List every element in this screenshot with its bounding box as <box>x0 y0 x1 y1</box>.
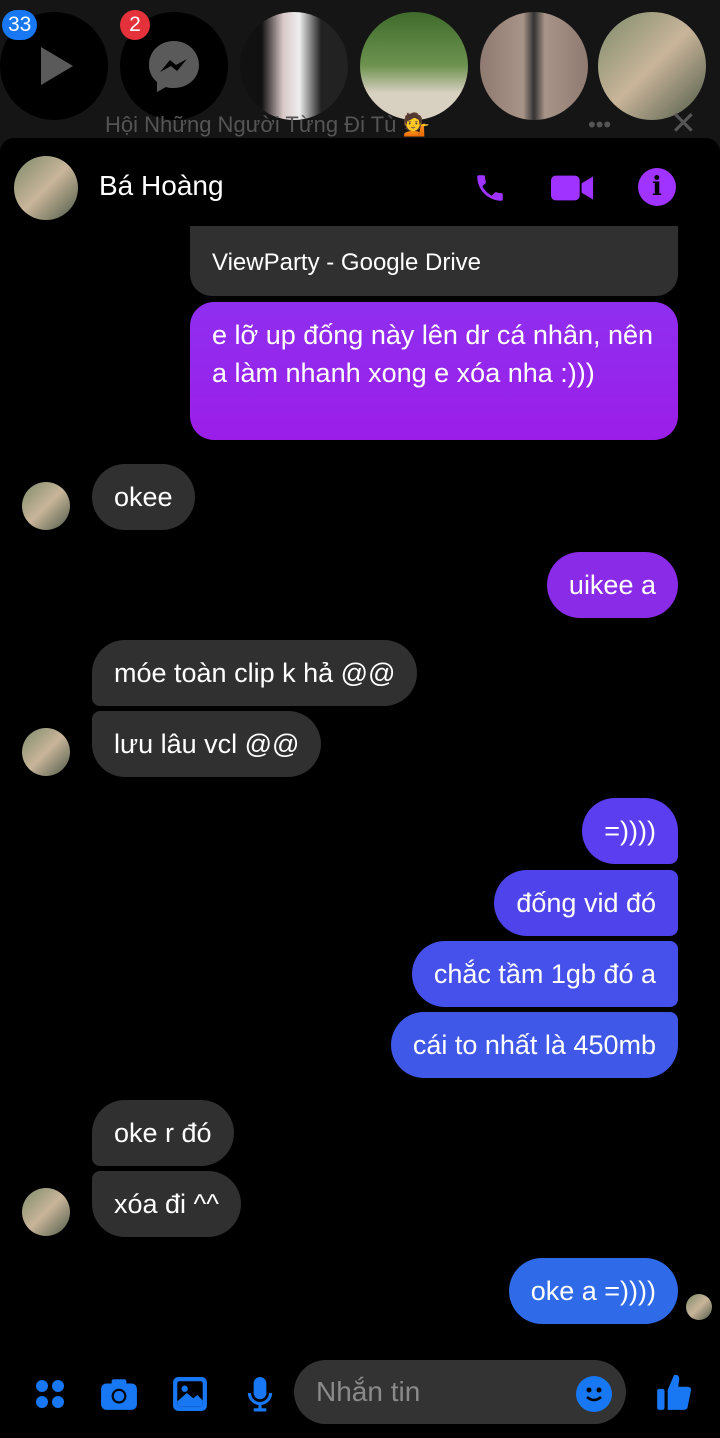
message-input-placeholder: Nhắn tin <box>316 1376 421 1407</box>
message-received: okee <box>92 464 195 530</box>
play-icon <box>41 47 73 85</box>
info-icon[interactable]: i <box>638 168 676 206</box>
message-received: oke r đó <box>92 1100 234 1166</box>
message-sent: =)))) <box>582 798 678 864</box>
menu-dots-icon[interactable] <box>30 1374 70 1414</box>
emoji-icon[interactable] <box>576 1376 612 1412</box>
messenger-icon <box>149 41 199 92</box>
message-sent: oke a =)))) <box>508 1258 678 1324</box>
contact-avatar[interactable] <box>14 156 78 220</box>
message-sent: chắc tầm 1gb đó a <box>411 941 678 1007</box>
message-sent: đống vid đó <box>494 870 678 936</box>
message-received: móe toàn clip k hả @@ <box>92 640 418 706</box>
phone-icon[interactable] <box>470 168 510 208</box>
watch-badge: 33 <box>2 10 38 40</box>
chathead-contact-2[interactable] <box>360 12 468 120</box>
close-icon[interactable]: ✕ <box>670 104 697 142</box>
contact-name[interactable]: Bá Hoàng <box>99 170 224 202</box>
chathead-contact-1[interactable] <box>240 12 348 120</box>
contact-avatar-small <box>22 1188 70 1236</box>
contact-avatar-small <box>22 482 70 530</box>
like-icon[interactable] <box>654 1370 694 1414</box>
group-name: Hội Những Người Từng Đi Tù 💁 <box>105 112 430 137</box>
microphone-icon[interactable] <box>240 1374 280 1414</box>
chathead-contact-3[interactable] <box>480 12 588 120</box>
contact-avatar-small <box>22 728 70 776</box>
seen-avatar <box>686 1294 712 1320</box>
camera-icon[interactable] <box>98 1374 140 1414</box>
link-preview[interactable]: ViewParty - Google Drive <box>190 226 678 296</box>
video-call-icon[interactable] <box>550 168 596 208</box>
message-sent: cái to nhất là 450mb <box>390 1012 678 1078</box>
message-received: lưu lâu vcl @@ <box>92 711 322 777</box>
message-received: xóa đi ^^ <box>92 1171 241 1237</box>
messenger-badge: 2 <box>120 10 150 40</box>
message-sent: e lỡ up đống này lên dr cá nhân, nên a l… <box>190 302 678 440</box>
message-sent: uikee a <box>546 552 678 618</box>
gallery-icon[interactable] <box>170 1374 210 1414</box>
more-icon[interactable]: ••• <box>588 112 611 138</box>
